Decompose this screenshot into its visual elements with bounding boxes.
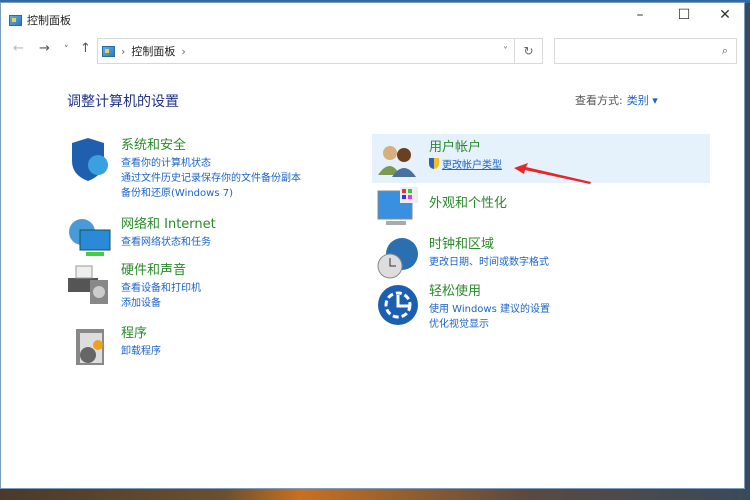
link[interactable]: 更改日期、时间或数字格式 bbox=[429, 255, 549, 270]
category-ease-of-access: 轻松使用使用 Windows 建议的设置 优化视觉显示 bbox=[376, 283, 550, 332]
link[interactable]: 卸载程序 bbox=[121, 344, 161, 359]
printer-icon bbox=[68, 262, 112, 306]
link[interactable]: 查看设备和打印机 bbox=[121, 281, 201, 296]
annotation-arrow-icon bbox=[514, 163, 591, 184]
forward-button[interactable]: → bbox=[39, 41, 50, 56]
link[interactable]: 使用 Windows 建议的设置 bbox=[429, 302, 550, 317]
link[interactable]: 添加设备 bbox=[121, 296, 201, 311]
category-network: 网络和 Internet 查看网络状态和任务 bbox=[68, 216, 216, 260]
shield-icon bbox=[68, 137, 112, 181]
category-hardware-sound: 硬件和声音查看设备和打印机 添加设备 bbox=[68, 262, 201, 311]
programs-icon bbox=[68, 325, 112, 369]
address-dropdown-icon[interactable]: ˅ bbox=[503, 46, 508, 57]
breadcrumb-separator[interactable]: › bbox=[181, 45, 185, 58]
link[interactable]: 通过文件历史记录保存你的文件备份副本 bbox=[121, 171, 301, 186]
category-title[interactable]: 轻松使用 bbox=[429, 283, 550, 300]
change-account-type-link[interactable]: 更改帐户类型 bbox=[429, 158, 502, 173]
control-panel-window: 控制面板 – ☐ ✕ ← → ˅ ↑ › 控制面板 › ˅ ↻ ⌕ 调整计算机的… bbox=[0, 2, 745, 489]
category-title[interactable]: 程序 bbox=[121, 325, 161, 342]
search-input[interactable]: ⌕ bbox=[554, 38, 737, 64]
category-programs: 程序 卸载程序 bbox=[68, 325, 161, 369]
ease-of-access-icon bbox=[376, 283, 420, 327]
users-icon bbox=[376, 139, 420, 183]
category-clock-region: 时钟和区域更改日期、时间或数字格式 bbox=[376, 236, 549, 280]
page-title: 调整计算机的设置 bbox=[67, 94, 179, 110]
address-bar[interactable]: › 控制面板 › ˅ ↻ bbox=[97, 38, 543, 64]
view-by: 查看方式: 类别 ▾ bbox=[575, 92, 658, 108]
view-by-label: 查看方式: bbox=[575, 94, 623, 107]
up-button[interactable]: ↑ bbox=[80, 41, 91, 56]
breadcrumb-control-panel[interactable]: 控制面板 bbox=[131, 43, 175, 59]
close-button[interactable]: ✕ bbox=[705, 7, 745, 23]
category-title[interactable]: 硬件和声音 bbox=[121, 262, 201, 279]
link[interactable]: 优化视觉显示 bbox=[429, 317, 550, 332]
recent-locations-button[interactable]: ˅ bbox=[64, 45, 69, 55]
category-title[interactable]: 系统和安全 bbox=[121, 137, 301, 154]
control-panel-icon bbox=[102, 45, 115, 57]
view-by-dropdown[interactable]: 类别 ▾ bbox=[627, 94, 658, 107]
category-title[interactable]: 用户帐户 bbox=[429, 139, 502, 156]
title-bar: 控制面板 bbox=[9, 12, 71, 28]
link[interactable]: 查看网络状态和任务 bbox=[121, 235, 216, 250]
category-title[interactable]: 网络和 Internet bbox=[121, 216, 216, 233]
category-system-security: 系统和安全 查看你的计算机状态 通过文件历史记录保存你的文件备份副本 备份和还原(W… bbox=[68, 137, 301, 201]
category-appearance: 外观和个性化 bbox=[376, 187, 507, 231]
maximize-button[interactable]: ☐ bbox=[664, 7, 704, 23]
minimize-button[interactable]: – bbox=[620, 7, 660, 23]
clock-globe-icon bbox=[376, 236, 420, 280]
search-icon: ⌕ bbox=[721, 44, 728, 57]
appearance-monitor-icon bbox=[376, 187, 420, 231]
refresh-button[interactable]: ↻ bbox=[514, 39, 542, 63]
caret-down-icon: ▾ bbox=[652, 94, 658, 107]
category-title[interactable]: 外观和个性化 bbox=[429, 195, 507, 212]
control-panel-icon bbox=[9, 14, 22, 26]
back-button[interactable]: ← bbox=[13, 41, 24, 56]
window-title: 控制面板 bbox=[27, 14, 71, 27]
link[interactable]: 查看你的计算机状态 bbox=[121, 156, 301, 171]
link[interactable]: 备份和还原(Windows 7) bbox=[121, 186, 301, 201]
category-title[interactable]: 时钟和区域 bbox=[429, 236, 549, 253]
category-user-accounts: 用户帐户 更改帐户类型 bbox=[376, 139, 502, 183]
network-globe-icon bbox=[68, 216, 112, 260]
uac-shield-icon bbox=[429, 158, 439, 169]
breadcrumb-separator: › bbox=[121, 44, 126, 58]
